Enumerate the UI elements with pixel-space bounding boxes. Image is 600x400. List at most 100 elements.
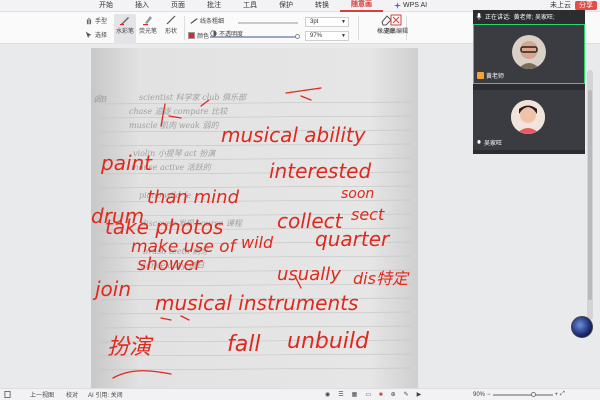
zoom-in-icon[interactable]: + xyxy=(555,392,559,398)
participant2-label: 吴家旺 xyxy=(484,141,503,147)
opacity-dropdown[interactable]: 97% ▼ xyxy=(305,31,349,41)
zoom-control[interactable]: 90% − + ⤢ xyxy=(473,391,565,398)
annotation-musical-ability: musical ability xyxy=(221,123,367,147)
menu-convert[interactable]: 转换 xyxy=(304,0,340,12)
annotation-take-photos: take photos xyxy=(105,215,223,239)
opacity-value: 97% xyxy=(310,33,323,39)
chevron-down-icon: ▼ xyxy=(341,33,346,39)
color-label: 颜色 xyxy=(197,34,210,40)
speaking-label: 正在讲话: xyxy=(485,14,511,21)
hand-label: 手型 xyxy=(95,19,108,25)
speaking-names: 黄老师; 吴家旺; xyxy=(513,14,555,21)
menu-comment[interactable]: 批注 xyxy=(196,0,232,12)
color-swatch-icon xyxy=(188,32,195,39)
menu-page[interactable]: 页面 xyxy=(160,0,196,12)
annotation-unbuild: unbuild xyxy=(287,329,370,354)
video-tile-teacher[interactable]: 黄老师 xyxy=(473,24,585,84)
microphone-icon xyxy=(477,139,481,144)
annotation-interested: interested xyxy=(269,159,371,183)
grid-view-icon[interactable]: ▦ xyxy=(352,391,358,398)
view-mode-buttons: ◉ ☰ ▦ ▭ ■ ⊕ ✎ ▶ xyxy=(325,391,422,399)
microphone-icon xyxy=(476,12,482,20)
wps-ai-icon xyxy=(394,2,401,9)
line-thickness-label: 线条粗细 xyxy=(200,19,225,25)
annotation-shower: shower xyxy=(137,254,204,275)
reading-mode-icon[interactable]: ■ xyxy=(379,392,383,398)
avatar-student xyxy=(511,100,545,134)
menu-insert[interactable]: 插入 xyxy=(124,0,160,12)
thickness-slider[interactable] xyxy=(238,22,298,24)
proofread-label: 校对 xyxy=(66,393,79,399)
svg-text:muscle 肌肉 weak 弱的: muscle 肌肉 weak 弱的 xyxy=(129,121,219,130)
highlighter-tool[interactable]: 荧光笔 xyxy=(137,14,159,44)
document-page[interactable]: 调B scientist 科学家 club 俱乐部 chase 追逐 compa… xyxy=(91,48,418,388)
menu-freehand[interactable]: 随意画 xyxy=(340,0,383,12)
video-call-panel: 正在讲话: 黄老师; 吴家旺; 黄老师 吴家旺 xyxy=(473,10,585,154)
watercolor-pen-tool[interactable]: 水彩笔 xyxy=(114,14,136,44)
video-tile-student[interactable]: 吴家旺 xyxy=(473,90,585,150)
participant-name-student: 吴家旺 xyxy=(476,138,502,147)
line-thickness-icon xyxy=(190,17,198,24)
share-button[interactable]: 分享 xyxy=(575,1,597,10)
watercolor-pen-label: 水彩笔 xyxy=(115,29,134,35)
menu-start[interactable]: 开始 xyxy=(88,0,124,12)
chevron-down-icon: ▼ xyxy=(341,19,346,25)
toolbar-divider xyxy=(184,16,185,40)
select-icon xyxy=(85,31,92,38)
fit-screen-icon[interactable]: ⤢ xyxy=(560,391,565,398)
opacity-control[interactable]: 不透明度 xyxy=(210,29,243,38)
close-box-icon xyxy=(390,14,402,26)
ai-quote-label: AI 引用: 关闭 xyxy=(88,393,123,399)
hand-icon xyxy=(86,17,92,24)
annotation-soon: soon xyxy=(341,186,374,202)
scrollbar-thumb[interactable] xyxy=(588,90,592,300)
annotation-musical-instruments: musical instruments xyxy=(155,291,358,315)
annotation-than-mind: than mind xyxy=(147,187,240,208)
zoom-slider[interactable] xyxy=(492,391,553,397)
notebook-photo: 调B scientist 科学家 club 俱乐部 chase 追逐 compa… xyxy=(91,48,418,388)
hand-tool[interactable]: 手型 xyxy=(85,16,107,25)
select-tool[interactable]: 选择 xyxy=(85,30,107,39)
list-view-icon[interactable]: ☰ xyxy=(338,391,343,398)
status-bar: 上一视图 校对 AI 引用: 关闭 ◉ ☰ ▦ ▭ ■ ⊕ ✎ ▶ 90% − … xyxy=(0,388,600,400)
line-thickness-control[interactable]: 线条粗细 xyxy=(190,16,224,25)
page-view-icon[interactable]: ▭ xyxy=(365,391,371,398)
menu-tools[interactable]: 工具 xyxy=(232,0,268,12)
wps-ai-button[interactable]: WPS AI xyxy=(383,0,438,12)
web-view-icon[interactable]: ⊕ xyxy=(391,391,396,398)
svg-text:调B: 调B xyxy=(93,95,107,104)
shape-tool[interactable]: 形状 xyxy=(160,14,182,44)
play-icon[interactable]: ▶ xyxy=(417,391,422,398)
previous-view-button[interactable]: 上一视图 xyxy=(30,390,54,399)
annotation-fall: fall xyxy=(227,332,260,357)
color-picker[interactable]: 颜色 xyxy=(188,31,209,40)
zoom-out-icon[interactable]: − xyxy=(487,392,491,398)
wps-ai-label: WPS AI xyxy=(403,1,428,9)
eye-icon[interactable]: ◉ xyxy=(325,391,330,398)
annotation-sect: sect xyxy=(351,205,385,224)
edit-icon[interactable]: ✎ xyxy=(404,391,409,398)
shape-line-icon xyxy=(165,14,177,26)
avatar-teacher xyxy=(512,35,546,69)
participant-name-teacher: 黄老师 xyxy=(477,71,504,80)
speaking-indicator: 正在讲话: 黄老师; 吴家旺; xyxy=(473,10,585,22)
highlighter-label: 荧光笔 xyxy=(138,29,157,35)
annotation-dance: 扮演 xyxy=(107,335,154,360)
annotation-paint: paint xyxy=(100,151,153,175)
exit-edit-control[interactable]: 退出编辑 xyxy=(380,14,412,44)
opacity-icon xyxy=(210,30,217,37)
floating-assistant-orb[interactable] xyxy=(571,316,593,338)
annotation-join: join xyxy=(92,277,131,301)
zoom-slider-knob[interactable] xyxy=(530,391,536,397)
page-nav-control[interactable] xyxy=(4,391,11,398)
ai-quote-toggle[interactable]: AI 引用: 关闭 xyxy=(88,390,123,399)
proofread-button[interactable]: 校对 xyxy=(66,390,78,399)
opacity-slider-knob[interactable] xyxy=(295,34,300,39)
thickness-dropdown[interactable]: 3pt ▼ xyxy=(305,17,349,27)
menu-protect[interactable]: 保护 xyxy=(268,0,304,12)
opacity-label: 不透明度 xyxy=(219,32,244,38)
thickness-value: 3pt xyxy=(310,19,319,25)
shape-label: 形状 xyxy=(164,29,177,35)
host-badge-icon xyxy=(477,72,484,79)
watercolor-pen-icon xyxy=(119,14,131,26)
